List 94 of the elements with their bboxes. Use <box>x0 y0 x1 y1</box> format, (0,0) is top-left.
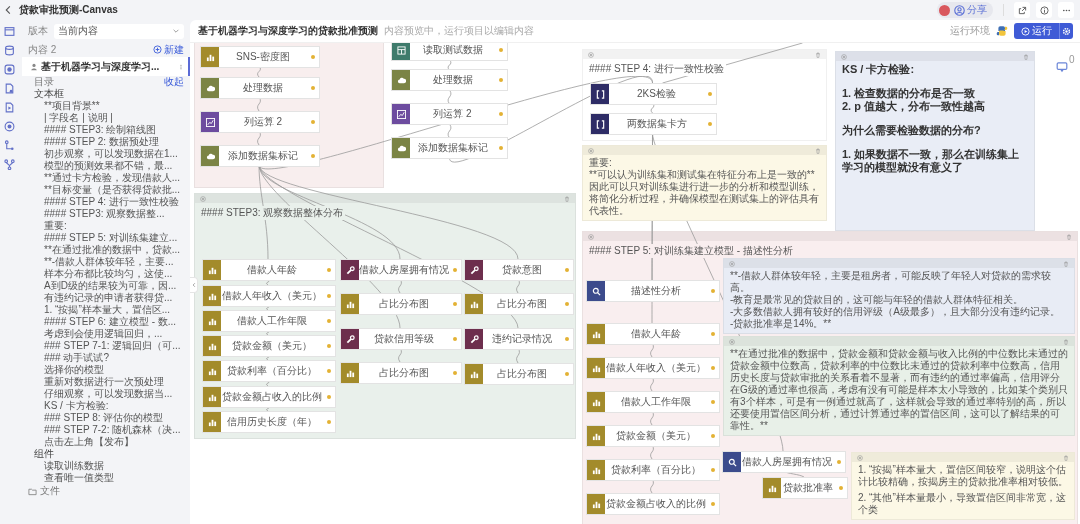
canvas-node[interactable]: SNS-密度图 <box>201 47 319 67</box>
note-text: 1. 检查数据的分布是否一致 <box>842 87 977 100</box>
note-text: 1. 如果数据不一致，那么在训练集上学习的模型就没有意义了 <box>842 148 1021 174</box>
canvas-node[interactable]: 占比分布图 <box>341 294 461 314</box>
field-label: 版本 <box>28 24 48 38</box>
environment-label: 运行环境 <box>950 24 990 38</box>
outline-item[interactable]: #### STEP3: 观察数据整... <box>22 208 190 220</box>
canvas-node[interactable]: 借款人年收入（美元） <box>203 286 335 306</box>
canvas-node[interactable]: 占比分布图 <box>465 364 573 384</box>
canvas-node[interactable]: 借款人房屋拥有情况 <box>723 452 845 472</box>
outline-item[interactable]: **-借款人群体较年轻，主要... <box>22 256 190 268</box>
canvas-node[interactable]: 贷款金额占收入的比例 <box>203 387 335 407</box>
canvas-node[interactable]: 占比分布图 <box>341 363 461 383</box>
outline-item[interactable]: ### STEP 8: 评估你的模型 <box>22 412 190 424</box>
canvas-node[interactable]: 添加数据集标记 <box>392 138 507 158</box>
comment-count: 0 <box>1069 55 1075 65</box>
note-text: 为什么需要检验数据的分布? <box>842 124 982 137</box>
canvas-node[interactable]: 贷款金额占收入的比例 <box>587 494 719 514</box>
group-title: #### STEP 5: 对训练集建立模型 - 描述性分析 <box>589 244 795 258</box>
note-text: 2. “其他”样本量最小，导致置信区间非常宽，这个类 <box>858 492 1067 516</box>
outline-item[interactable]: A到D级的结果较为可靠，因... <box>22 280 190 292</box>
outline-item[interactable]: **目标变量（是否获得贷款批... <box>22 184 190 196</box>
canvas-node[interactable]: 违约记录情况 <box>465 329 573 349</box>
outline-item[interactable]: 1. “按揭”样本量大，置信区... <box>22 304 190 316</box>
note-text: 1. “按揭”样本量大，置信区间较窄，说明这个估计比较精确，按揭房主的贷款批准率相对较低。 <box>858 464 1068 488</box>
files-entry[interactable]: 文件 <box>22 484 190 498</box>
outline-item[interactable]: 考虑到会使用逻辑回归，... <box>22 328 190 340</box>
note-text: -贷款批准率是14%。** <box>730 318 833 330</box>
outline-item[interactable]: 初步观察，可以发现数据在1... <box>22 148 190 160</box>
outline-item[interactable]: 样本分布都比较均匀，这使... <box>22 268 190 280</box>
outline-item[interactable]: ### STEP 7-2: 随机森林（决... <box>22 424 190 436</box>
canvas-node[interactable]: 贷款利率（百分比） <box>203 361 335 381</box>
note-text: -教育是最常见的贷款目的，这可能与年轻的借款人群体特征相关。 <box>730 294 1025 306</box>
outline-item[interactable]: | 字段名 | 说明 | <box>22 112 190 124</box>
note-text: **在通过批准的数据中，贷款金额和贷款金额与收入比例的中位数比未通过的贷款金额中位数高，贷款利率的中位数比未通过的贷款利率中位数高，信用历史长度与贷款审批的关系看着不显著，而有违约的通过率偏高，信用评分在G级的通过率也很高，考虑有没有可能是样本太小导致的，比如某个类别只有3个样本，可是有一例通过就高了，这样就会导致的通过率特别的高，所以还要使用置信区间分析，通过计算通过率的置信区间，这可以了解结果的可靠性。** <box>730 348 1068 432</box>
outline-item[interactable]: 有违约记录的申请者获得贷... <box>22 292 190 304</box>
version-select[interactable]: 当前内容 <box>54 23 184 39</box>
canvas-node[interactable]: 贷款信用等级 <box>341 329 461 349</box>
canvas-node[interactable]: 贷款金额（美元） <box>203 336 335 356</box>
outline-item[interactable]: 模型的预测效果都不错，最... <box>22 160 190 172</box>
canvas-node[interactable]: 贷款利率（百分比） <box>587 460 719 480</box>
note-text: 重要: <box>589 157 613 169</box>
section-label: 内容 2 <box>28 42 57 57</box>
canvas-node[interactable]: 占比分布图 <box>465 294 573 314</box>
outline-item[interactable]: #### STEP 2: 数据预处理 <box>22 136 190 148</box>
outline-item[interactable]: ### 动手试试? <box>22 352 190 364</box>
outline-item[interactable]: 重新对数据进行一次预处理 <box>22 376 190 388</box>
document-item[interactable]: 基于机器学习与深度学习... <box>22 57 190 76</box>
group-title: #### STEP3: 观察数据整体分布 <box>201 206 346 220</box>
outline-item[interactable]: 选择你的模型 <box>22 364 190 376</box>
outline-section[interactable]: 组件 <box>22 448 190 460</box>
canvas-title: 基于机器学习与深度学习的贷款批准预测 <box>198 24 378 38</box>
note-text: **可以认为训练集和测试集在特征分布上是一致的** <box>589 169 816 181</box>
preview-hint: 内容预览中，运行项目以编辑内容 <box>384 24 534 38</box>
outline-item[interactable]: #### STEP 6: 建立模型 - 数... <box>22 316 190 328</box>
canvas-node[interactable]: 借款人工作年限 <box>587 392 719 412</box>
outline-item[interactable]: 重要: <box>22 220 190 232</box>
outline-item[interactable]: #### STEP3: 绘制箱线图 <box>22 124 190 136</box>
section-label: 目录 <box>34 75 54 89</box>
outline-item[interactable]: **项目背景** <box>22 100 190 112</box>
canvas-node[interactable]: 列运算 2 <box>201 112 319 132</box>
outline-item[interactable]: 读取训练数据 <box>22 460 190 472</box>
outline-item[interactable]: #### STEP 5: 对训练集建立... <box>22 232 190 244</box>
outline-item[interactable]: **通过卡方检验，发现借款人... <box>22 172 190 184</box>
canvas-node[interactable]: 贷款金额（美元） <box>587 426 719 446</box>
canvas-node[interactable]: 添加数据集标记 <box>201 146 319 166</box>
outline-item[interactable]: ### STEP 7-1: 逻辑回归（可... <box>22 340 190 352</box>
canvas-node[interactable]: 信用历史长度（年） <box>203 412 335 432</box>
new-button[interactable]: 新建 <box>153 42 184 57</box>
collapse-link[interactable]: 收起 <box>164 75 184 89</box>
outline-item[interactable]: 查看唯一值类型 <box>22 472 190 484</box>
group-title: #### STEP 4: 进行一致性校验 <box>589 62 726 76</box>
outline-item[interactable]: #### STEP 4: 进行一致性校验 <box>22 196 190 208</box>
canvas-node[interactable]: 列运算 2 <box>392 104 507 124</box>
note-text: 因此可以只对训练集进行进一步的分析和模型训练，将简化分析过程，并确保模型在测试集上的评估具有代表性。 <box>589 181 820 217</box>
app-title: 贷款审批预测-Canvas <box>19 3 118 17</box>
note-text: 2. p 值越大，分布一致性越高 <box>842 100 986 113</box>
canvas-node[interactable]: 处理数据 <box>201 78 319 98</box>
canvas-node[interactable]: 贷款意图 <box>465 260 573 280</box>
canvas-node[interactable]: 借款人年龄 <box>587 324 719 344</box>
canvas-node[interactable]: 描述性分析 <box>587 281 719 301</box>
outline-item[interactable]: KS / 卡方检验: <box>22 400 190 412</box>
canvas-node[interactable]: 借款人工作年限 <box>203 311 335 331</box>
canvas-node[interactable]: 借款人房屋拥有情况 <box>341 260 461 280</box>
outline-item[interactable]: 点击左上角【发布】 <box>22 436 190 448</box>
note-text: KS / 卡方检验: <box>842 63 916 76</box>
canvas-node[interactable]: 借款人年龄 <box>203 260 335 280</box>
outline-item[interactable]: 仔细观察，可以发现数据当... <box>22 388 190 400</box>
note-text: **-借款人群体较年轻，主要是租房者，可能反映了年轻人对贷款的需求较高。 <box>730 270 1053 294</box>
note-text: -大多数借款人拥有较好的信用评级（A级最多），且大部分没有违约记录。 <box>730 306 1061 318</box>
canvas-node[interactable]: 借款人年收入（美元） <box>587 358 719 378</box>
outline-section[interactable]: 文本框 <box>22 88 190 100</box>
canvas-node[interactable]: 贷款批准率 <box>763 478 847 498</box>
outline-item[interactable]: **在通过批准的数据中，贷款... <box>22 244 190 256</box>
